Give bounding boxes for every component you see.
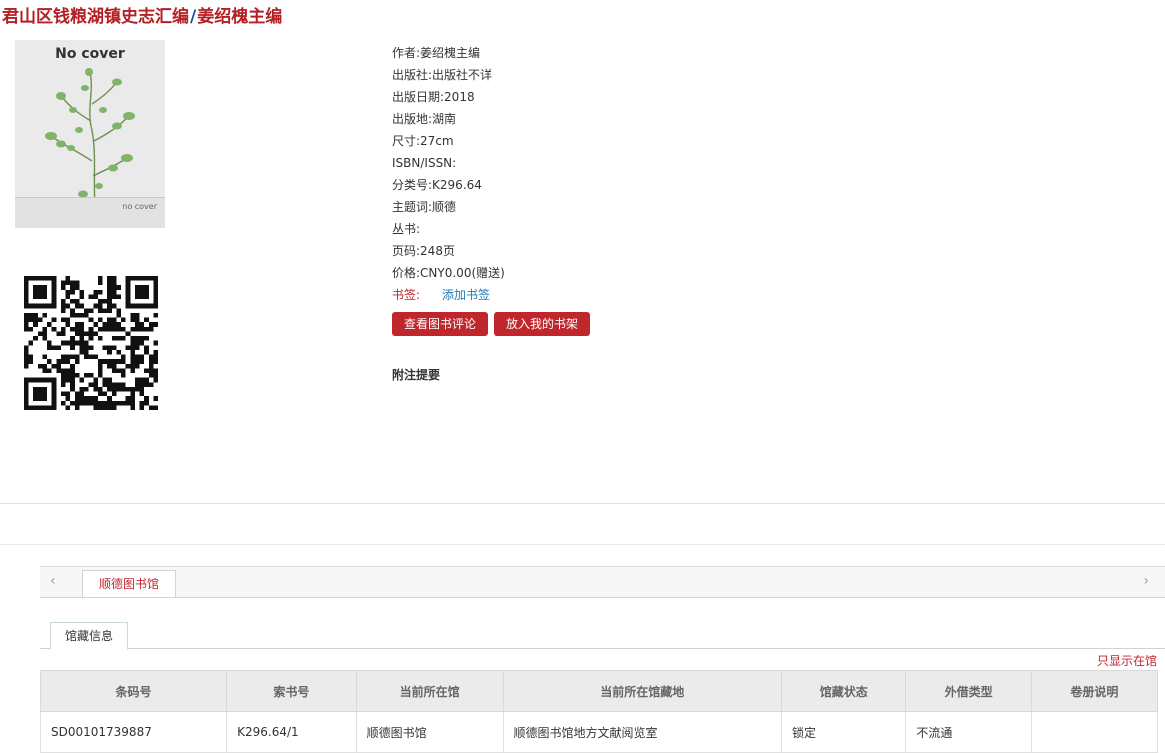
table-body: SD00101739887 K296.64/1 顺德图书馆 顺德图书馆地方文献阅览室锁… (39, 711, 1159, 753)
metadata-row: 价格:CNY0.00(赠送) (392, 262, 792, 284)
library-tab-bar: ‹ 顺德图书馆 › (40, 566, 1165, 598)
qr-modules (24, 276, 158, 410)
bookmark-label: 书签: (392, 288, 421, 302)
notes-heading: 附注提要 (392, 368, 441, 382)
book-cover: No cover no cover (15, 40, 165, 228)
metadata-label: 分类号: (392, 178, 433, 192)
plant-illustration (45, 68, 135, 206)
metadata-value: 27cm (420, 134, 454, 148)
column-header: 馆藏状态 (780, 670, 907, 712)
column-header: 当前所在馆 (355, 670, 504, 712)
chevron-left-icon[interactable]: ‹ (50, 573, 56, 589)
metadata-row: 出版地:湖南 (392, 108, 792, 130)
column-header: 卷册说明 (1030, 670, 1159, 712)
metadata-value: 顺德 (432, 200, 457, 214)
view-reviews-button[interactable]: 查看图书评论 (392, 312, 489, 336)
metadata-label: ISBN/ISSN: (392, 156, 457, 170)
metadata-value: CNY0.00(赠送) (420, 266, 505, 280)
column-header: 条码号 (39, 670, 228, 712)
bookmark-row: 书签: 添加书签 (392, 284, 792, 306)
metadata-label: 作者: (392, 46, 421, 60)
column-header: 索书号 (226, 670, 357, 712)
page-title: 君山区钱粮湖镇史志汇编/姜绍槐主编 (2, 2, 282, 27)
tab-holdings-info[interactable]: 馆藏信息 (50, 622, 129, 650)
cover-label: No cover (55, 46, 125, 62)
title-author: 姜绍槐主编 (197, 7, 283, 27)
metadata-row: 页码:248页 (392, 240, 792, 262)
metadata-label: 页码: (392, 244, 421, 258)
table-cell (1030, 711, 1159, 753)
add-bookmark-link[interactable]: 添加书签 (442, 288, 490, 302)
metadata-value: 2018 (444, 90, 475, 104)
book-title: 君山区钱粮湖镇史志汇编 (2, 7, 189, 27)
show-available-only-link[interactable]: 只显示在馆 (1097, 652, 1157, 669)
metadata-value: K296.64 (432, 178, 482, 192)
metadata-row: 主题词:顺德 (392, 196, 792, 218)
action-buttons: 查看图书评论 放入我的书架 (392, 312, 792, 336)
metadata-row: 尺寸:27cm (392, 130, 792, 152)
chevron-right-icon[interactable]: › (1143, 573, 1149, 589)
metadata-label: 价格: (392, 266, 421, 280)
table-cell: 顺德图书馆地方文献阅览室 (502, 711, 782, 753)
metadata-value: 248页 (420, 244, 455, 258)
metadata-list: 作者:姜绍槐主编 出版社:出版社不详 出版日期:2018 出版地:湖南 尺寸:27cm I… (392, 42, 792, 284)
holdings-table: 条码号 索书号 当前所在馆 当前所在馆藏地 馆藏状态 外借类型 卷册说明 SD0010173… (39, 670, 1159, 753)
column-header: 当前所在馆藏地 (502, 670, 782, 712)
table-row: SD00101739887 K296.64/1 顺德图书馆 顺德图书馆地方文献阅览室锁… (39, 711, 1159, 753)
metadata-label: 出版社: (392, 68, 433, 82)
metadata-label: 丛书: (392, 222, 421, 236)
metadata-row: ISBN/ISSN: (392, 152, 792, 174)
tab-underline (40, 648, 1165, 649)
metadata-row: 分类号:K296.64 (392, 174, 792, 196)
title-separator: / (190, 7, 197, 27)
metadata-label: 主题词: (392, 200, 433, 214)
section-divider (0, 544, 1165, 545)
metadata-row: 作者:姜绍槐主编 (392, 42, 792, 64)
section-divider (0, 503, 1165, 504)
cover-footer-text: no cover (122, 202, 157, 211)
metadata-label: 出版地: (392, 112, 433, 126)
metadata-label: 出版日期: (392, 90, 445, 104)
metadata-label: 尺寸: (392, 134, 421, 148)
table-cell: 锁定 (780, 711, 907, 753)
metadata-value: 湖南 (432, 112, 457, 126)
table-cell: 顺德图书馆 (355, 711, 504, 753)
table-cell: 不流通 (905, 711, 1032, 753)
tab-shunde-library[interactable]: 顺德图书馆 (82, 570, 177, 597)
metadata-value: 出版社不详 (432, 68, 493, 82)
table-header-row: 条码号 索书号 当前所在馆 当前所在馆藏地 馆藏状态 外借类型 卷册说明 (39, 670, 1159, 712)
metadata-value: 姜绍槐主编 (420, 46, 481, 60)
metadata-row: 出版日期:2018 (392, 86, 792, 108)
metadata-row: 出版社:出版社不详 (392, 64, 792, 86)
table-cell: SD00101739887 (39, 711, 228, 753)
qr-code (24, 276, 158, 410)
metadata-row: 丛书: (392, 218, 792, 240)
column-header: 外借类型 (905, 670, 1032, 712)
table-cell: K296.64/1 (226, 711, 357, 753)
book-metadata: 作者:姜绍槐主编 出版社:出版社不详 出版日期:2018 出版地:湖南 尺寸:27cm I… (392, 42, 792, 383)
add-to-shelf-button[interactable]: 放入我的书架 (494, 312, 591, 336)
